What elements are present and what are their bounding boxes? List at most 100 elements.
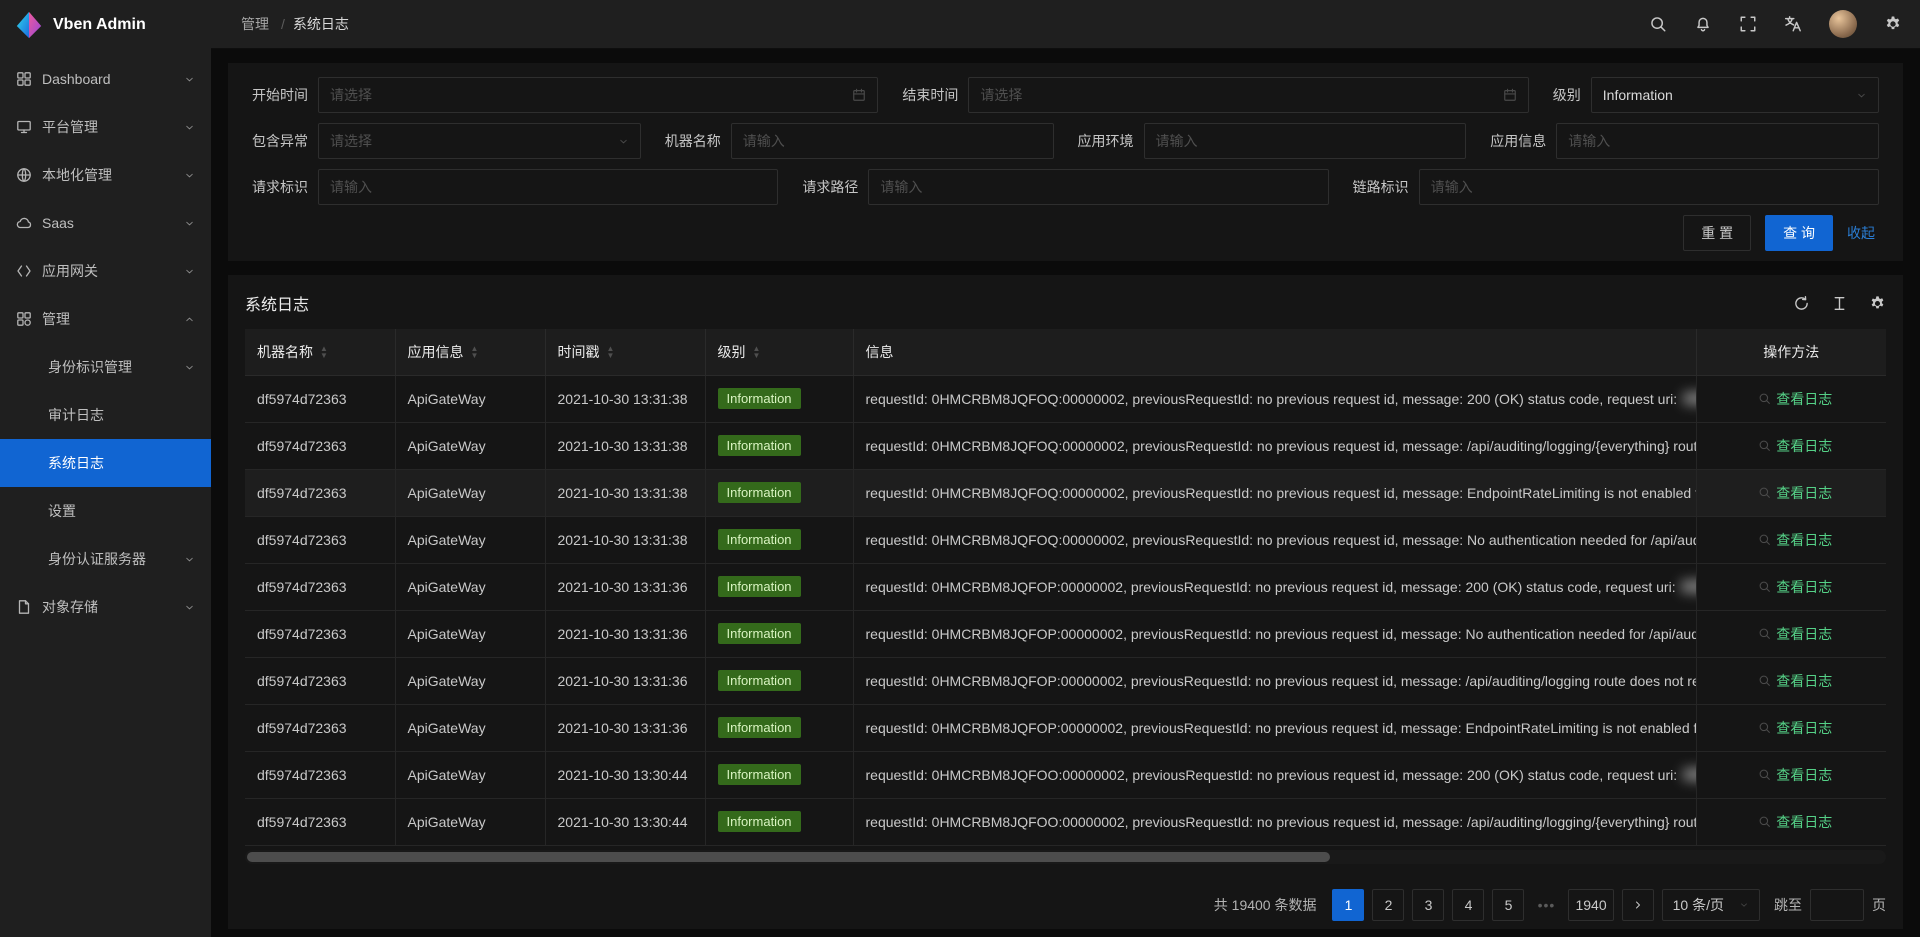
page-button-4[interactable]: 4: [1452, 889, 1484, 921]
page-size-select[interactable]: 10 条/页: [1662, 889, 1760, 921]
next-page-button[interactable]: [1622, 889, 1654, 921]
reset-button[interactable]: 重 置: [1683, 215, 1751, 251]
view-log-button[interactable]: 查看日志: [1750, 812, 1832, 832]
user-avatar[interactable]: [1829, 10, 1857, 38]
cell-message: requestId: 0HMCRBM8JQFOQ:00000002, previ…: [853, 469, 1696, 516]
sidebar-item[interactable]: 本地化管理: [0, 151, 211, 199]
page-button-1[interactable]: 1: [1332, 889, 1364, 921]
row-height-icon[interactable]: [1831, 295, 1848, 312]
sidebar-subitem[interactable]: 系统日志: [0, 439, 211, 487]
column-header[interactable]: 机器名称▲▼: [245, 329, 395, 375]
logo-icon: [14, 10, 44, 40]
filter-field: 请求标识: [252, 169, 778, 205]
sidebar-subitem[interactable]: 身份认证服务器: [0, 535, 211, 583]
cell-message: requestId: 0HMCRBM8JQFOQ:00000002, previ…: [853, 516, 1696, 563]
collapse-link[interactable]: 收起: [1847, 223, 1879, 243]
sidebar-item[interactable]: 应用网关: [0, 247, 211, 295]
level-badge: Information: [718, 482, 801, 503]
select-1-0[interactable]: 请选择: [318, 123, 641, 159]
text-input-2-1[interactable]: [868, 169, 1328, 205]
table-row: df5974d72363ApiGateWay2021-10-30 13:31:3…: [245, 563, 1886, 610]
cell-machine-name: df5974d72363: [245, 610, 395, 657]
bell-icon[interactable]: [1694, 15, 1712, 33]
settings-gear-icon[interactable]: [1884, 15, 1902, 33]
scrollbar-thumb[interactable]: [247, 852, 1330, 862]
column-header[interactable]: 时间戳▲▼: [545, 329, 705, 375]
page-ellipsis[interactable]: •••: [1532, 897, 1560, 913]
sort-icons[interactable]: ▲▼: [607, 345, 615, 359]
magnifier-icon: [1758, 674, 1771, 687]
cell-message: requestId: 0HMCRBM8JQFOP:00000002, previ…: [853, 610, 1696, 657]
filter-input[interactable]: [980, 87, 1494, 103]
column-header[interactable]: 级别▲▼: [705, 329, 853, 375]
cell-level: Information: [705, 375, 853, 422]
sidebar-item[interactable]: 平台管理: [0, 103, 211, 151]
sidebar-subitem[interactable]: 设置: [0, 487, 211, 535]
sort-caret-down[interactable]: ▼: [320, 352, 328, 359]
page-jump-input[interactable]: [1810, 889, 1864, 921]
filter-input[interactable]: [1156, 133, 1455, 149]
logo[interactable]: Vben Admin: [0, 0, 211, 49]
sort-icons[interactable]: ▲▼: [753, 345, 761, 359]
filter-form: 开始时间结束时间级别Information包含异常请选择机器名称应用环境应用信息…: [252, 77, 1879, 205]
sort-caret-down[interactable]: ▼: [753, 352, 761, 359]
view-log-button[interactable]: 查看日志: [1750, 671, 1832, 691]
sidebar-item[interactable]: Saas: [0, 199, 211, 247]
column-header[interactable]: 应用信息▲▼: [395, 329, 545, 375]
date-picker-0-1[interactable]: [968, 77, 1528, 113]
view-log-button[interactable]: 查看日志: [1750, 389, 1832, 409]
pagination: 共 19400 条数据12345•••194010 条/页跳至页: [245, 877, 1886, 921]
sidebar-item[interactable]: 对象存储: [0, 583, 211, 631]
breadcrumb-parent[interactable]: 管理: [241, 14, 273, 34]
table-header-row: 机器名称▲▼应用信息▲▼时间戳▲▼级别▲▼信息操作方法: [245, 329, 1886, 375]
refresh-icon[interactable]: [1793, 295, 1810, 312]
search-icon[interactable]: [1649, 15, 1667, 33]
filter-label: 机器名称: [665, 131, 721, 151]
page-button-last[interactable]: 1940: [1568, 889, 1613, 921]
sidebar-subitem[interactable]: 身份标识管理: [0, 343, 211, 391]
text-input-1-1[interactable]: [731, 123, 1054, 159]
view-log-label: 查看日志: [1776, 530, 1832, 550]
view-log-button[interactable]: 查看日志: [1750, 577, 1832, 597]
filter-input[interactable]: [1568, 133, 1867, 149]
date-picker-0-0[interactable]: [318, 77, 878, 113]
column-settings-gear-icon[interactable]: [1869, 295, 1886, 312]
level-badge: Information: [718, 435, 801, 456]
page-button-3[interactable]: 3: [1412, 889, 1444, 921]
sidebar-subitem-label: 身份认证服务器: [48, 549, 176, 569]
view-log-button[interactable]: 查看日志: [1750, 530, 1832, 550]
cell-timestamp: 2021-10-30 13:30:44: [545, 798, 705, 845]
view-log-button[interactable]: 查看日志: [1750, 436, 1832, 456]
text-input-2-2[interactable]: [1419, 169, 1879, 205]
cell-machine-name: df5974d72363: [245, 422, 395, 469]
filter-input[interactable]: [330, 87, 844, 103]
sort-icons[interactable]: ▲▼: [471, 345, 479, 359]
text-input-1-3[interactable]: [1556, 123, 1879, 159]
sort-caret-down[interactable]: ▼: [607, 352, 615, 359]
sidebar-item[interactable]: 管理: [0, 295, 211, 343]
filter-input[interactable]: [743, 133, 1042, 149]
filter-input[interactable]: [880, 179, 1316, 195]
translate-icon[interactable]: [1784, 15, 1802, 33]
cell-timestamp: 2021-10-30 13:31:38: [545, 375, 705, 422]
horizontal-scrollbar[interactable]: [245, 850, 1886, 864]
cell-actions: 查看日志: [1696, 375, 1886, 422]
page-button-2[interactable]: 2: [1372, 889, 1404, 921]
text-input-1-2[interactable]: [1144, 123, 1467, 159]
filter-input[interactable]: [330, 179, 766, 195]
sort-icons[interactable]: ▲▼: [320, 345, 328, 359]
query-button[interactable]: 查 询: [1765, 215, 1833, 251]
view-log-button[interactable]: 查看日志: [1750, 483, 1832, 503]
sidebar-subitem[interactable]: 审计日志: [0, 391, 211, 439]
text-input-2-0[interactable]: [318, 169, 778, 205]
view-log-button[interactable]: 查看日志: [1750, 765, 1832, 785]
page-button-5[interactable]: 5: [1492, 889, 1524, 921]
fullscreen-icon[interactable]: [1739, 15, 1757, 33]
filter-input[interactable]: [1431, 179, 1867, 195]
view-log-button[interactable]: 查看日志: [1750, 624, 1832, 644]
view-log-button[interactable]: 查看日志: [1750, 718, 1832, 738]
sidebar-item[interactable]: Dashboard: [0, 55, 211, 103]
sort-caret-down[interactable]: ▼: [471, 352, 479, 359]
select-0-2[interactable]: Information: [1591, 77, 1879, 113]
sidebar: Vben Admin Dashboard平台管理本地化管理Saas应用网关管理身…: [0, 0, 211, 937]
